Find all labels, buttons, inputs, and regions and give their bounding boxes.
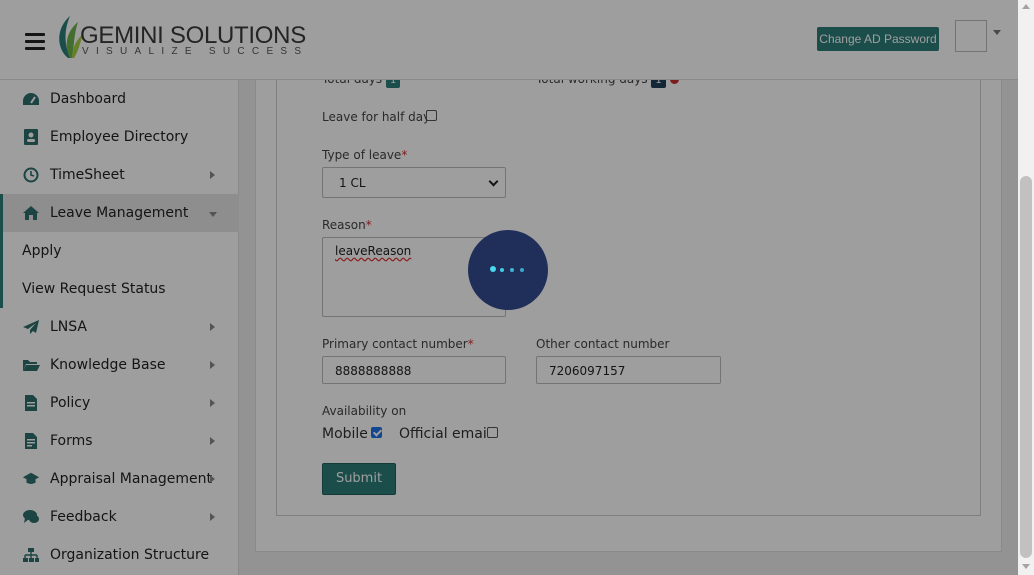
page-scrollbar[interactable] <box>1018 0 1034 575</box>
spinner-dot <box>520 268 524 272</box>
loading-spinner-icon <box>468 230 548 310</box>
spinner-dot <box>510 268 514 272</box>
spinner-dot <box>500 268 504 272</box>
scroll-up-arrow-icon[interactable] <box>1022 4 1030 9</box>
scroll-thumb[interactable] <box>1020 176 1032 558</box>
scroll-down-arrow-icon[interactable] <box>1022 564 1030 569</box>
spinner-dot <box>490 266 496 272</box>
